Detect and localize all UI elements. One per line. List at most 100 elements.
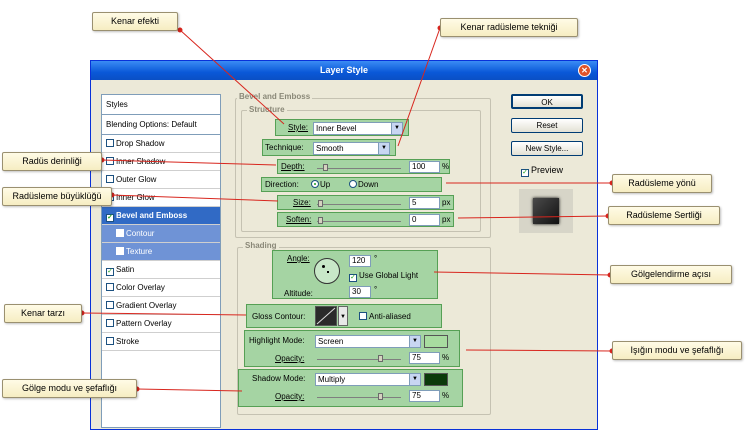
sidebar-item-drop-shadow[interactable]: Drop Shadow bbox=[102, 135, 220, 153]
size-slider-thumb[interactable] bbox=[318, 200, 323, 207]
chevron-down-icon[interactable]: ▼ bbox=[409, 374, 420, 385]
sidebar-item-contour[interactable]: Contour bbox=[102, 225, 220, 243]
shadow-opacity-thumb[interactable] bbox=[378, 393, 383, 400]
checkbox-checked-icon[interactable]: ✓ bbox=[521, 169, 529, 177]
shadow-color-swatch[interactable] bbox=[424, 373, 448, 386]
soften-unit: px bbox=[442, 215, 451, 224]
direction-down-radio[interactable]: Down bbox=[349, 180, 378, 189]
checkbox-icon[interactable] bbox=[106, 157, 114, 165]
angle-input[interactable]: 120 bbox=[349, 255, 371, 267]
sidebar-item-color-overlay[interactable]: Color Overlay bbox=[102, 279, 220, 297]
global-light-checkbox[interactable]: ✓ Use Global Light bbox=[349, 271, 418, 282]
sidebar-item-satin[interactable]: ✓ Satin bbox=[102, 261, 220, 279]
radio-icon[interactable] bbox=[349, 180, 357, 188]
antialiased-checkbox[interactable]: Anti-aliased bbox=[359, 312, 411, 321]
sidebar-item-label: Contour bbox=[126, 229, 155, 238]
contour-curve-icon bbox=[316, 307, 336, 325]
antialiased-label: Anti-aliased bbox=[369, 312, 411, 321]
checkbox-icon[interactable] bbox=[106, 139, 114, 147]
sidebar-item-label: Texture bbox=[126, 247, 153, 256]
callout-edge-rounding-technique: Kenar radüsleme tekniği bbox=[440, 18, 578, 37]
angle-dial[interactable] bbox=[314, 258, 340, 284]
angle-label: Angle: bbox=[287, 254, 310, 263]
sidebar-item-texture[interactable]: Texture bbox=[102, 243, 220, 261]
shadow-mode-select[interactable]: Multiply ▼ bbox=[315, 373, 421, 386]
sidebar-item-inner-glow[interactable]: Inner Glow bbox=[102, 189, 220, 207]
callout-rounding-size: Radüsleme büyüklüğü bbox=[2, 187, 112, 206]
sidebar-item-label: Inner Glow bbox=[116, 193, 155, 202]
checkbox-icon[interactable] bbox=[106, 319, 114, 327]
checkbox-checked-icon[interactable]: ✓ bbox=[349, 274, 357, 282]
reset-button[interactable]: Reset bbox=[511, 118, 583, 133]
callout-shadow-mode-opacity: Gölge modu ve şefaflığı bbox=[2, 379, 137, 398]
checkbox-checked-icon[interactable]: ✓ bbox=[106, 268, 114, 276]
depth-label: Depth: bbox=[281, 162, 305, 171]
soften-input[interactable]: 0 bbox=[409, 214, 440, 226]
checkbox-icon[interactable] bbox=[116, 247, 124, 255]
chevron-down-icon[interactable]: ▼ bbox=[378, 143, 389, 154]
chevron-down-icon[interactable]: ▼ bbox=[391, 123, 402, 134]
gloss-contour-preview[interactable] bbox=[315, 306, 337, 326]
direction-label: Direction: bbox=[265, 180, 299, 189]
preview-label: Preview bbox=[531, 165, 564, 175]
soften-slider-track[interactable] bbox=[317, 221, 401, 222]
angle-dial-center bbox=[327, 271, 329, 273]
sidebar-item-label: Drop Shadow bbox=[116, 139, 165, 148]
preview-checkbox[interactable]: ✓ Preview bbox=[521, 165, 563, 177]
shading-title: Shading bbox=[243, 241, 279, 250]
shadow-opacity-track[interactable] bbox=[317, 397, 401, 398]
structure-title: Structure bbox=[247, 105, 287, 114]
sidebar-item-blending-options[interactable]: Blending Options: Default bbox=[102, 115, 220, 135]
checkbox-icon[interactable] bbox=[359, 312, 367, 320]
depth-slider-thumb[interactable] bbox=[323, 164, 328, 171]
close-icon[interactable]: ✕ bbox=[578, 64, 591, 77]
sidebar-item-label: Bevel and Emboss bbox=[116, 211, 188, 220]
size-input[interactable]: 5 bbox=[409, 197, 440, 209]
highlight-opacity-track[interactable] bbox=[317, 359, 401, 360]
sidebar-item-gradient-overlay[interactable]: Gradient Overlay bbox=[102, 297, 220, 315]
angle-unit: ° bbox=[374, 254, 378, 263]
styles-header[interactable]: Styles bbox=[102, 95, 220, 115]
highlight-opacity-thumb[interactable] bbox=[378, 355, 383, 362]
sidebar-item-bevel-emboss[interactable]: ✓ Bevel and Emboss bbox=[102, 207, 220, 225]
depth-unit: % bbox=[442, 162, 450, 171]
callout-edge-style: Kenar tarzı bbox=[4, 304, 82, 323]
direction-up-radio[interactable]: Up bbox=[311, 180, 330, 189]
size-unit: px bbox=[442, 198, 451, 207]
checkbox-checked-icon[interactable]: ✓ bbox=[106, 214, 114, 222]
checkbox-icon[interactable] bbox=[116, 229, 124, 237]
shadow-opacity-input[interactable]: 75 bbox=[409, 390, 440, 402]
technique-select[interactable]: Smooth ▼ bbox=[313, 142, 390, 155]
size-slider-track[interactable] bbox=[317, 204, 401, 205]
ok-button[interactable]: OK bbox=[511, 94, 583, 109]
sidebar-item-stroke[interactable]: Stroke bbox=[102, 333, 220, 351]
highlight-color-swatch[interactable] bbox=[424, 335, 448, 348]
callout-rounding-direction: Radüsleme yönü bbox=[612, 174, 712, 193]
size-label: Size: bbox=[293, 198, 311, 207]
checkbox-icon[interactable] bbox=[106, 175, 114, 183]
soften-slider-thumb[interactable] bbox=[318, 217, 323, 224]
checkbox-icon[interactable] bbox=[106, 337, 114, 345]
bevel-emboss-title: Bevel and Emboss bbox=[237, 92, 313, 101]
style-select[interactable]: Inner Bevel ▼ bbox=[313, 122, 403, 135]
depth-input[interactable]: 100 bbox=[409, 161, 440, 173]
new-style-button[interactable]: New Style... bbox=[511, 141, 583, 156]
highlight-mode-select[interactable]: Screen ▼ bbox=[315, 335, 421, 348]
depth-slider-track[interactable] bbox=[317, 168, 401, 169]
checkbox-icon[interactable] bbox=[106, 283, 114, 291]
sidebar-item-label: Satin bbox=[116, 265, 135, 274]
sidebar-item-inner-shadow[interactable]: Inner Shadow bbox=[102, 153, 220, 171]
altitude-input[interactable]: 30 bbox=[349, 286, 371, 298]
radio-selected-icon[interactable] bbox=[311, 180, 319, 188]
dialog-titlebar: Layer Style ✕ bbox=[91, 61, 597, 80]
highlight-opacity-input[interactable]: 75 bbox=[409, 352, 440, 364]
chevron-down-icon[interactable]: ▼ bbox=[409, 336, 420, 347]
soften-label: Soften: bbox=[286, 215, 312, 224]
sidebar-item-pattern-overlay[interactable]: Pattern Overlay bbox=[102, 315, 220, 333]
checkbox-icon[interactable] bbox=[106, 301, 114, 309]
sidebar-item-label: Pattern Overlay bbox=[116, 319, 172, 328]
sidebar-item-label: Outer Glow bbox=[116, 175, 157, 184]
sidebar-item-outer-glow[interactable]: Outer Glow bbox=[102, 171, 220, 189]
chevron-down-icon[interactable]: ▼ bbox=[338, 306, 348, 326]
style-preview-frame bbox=[519, 189, 573, 233]
